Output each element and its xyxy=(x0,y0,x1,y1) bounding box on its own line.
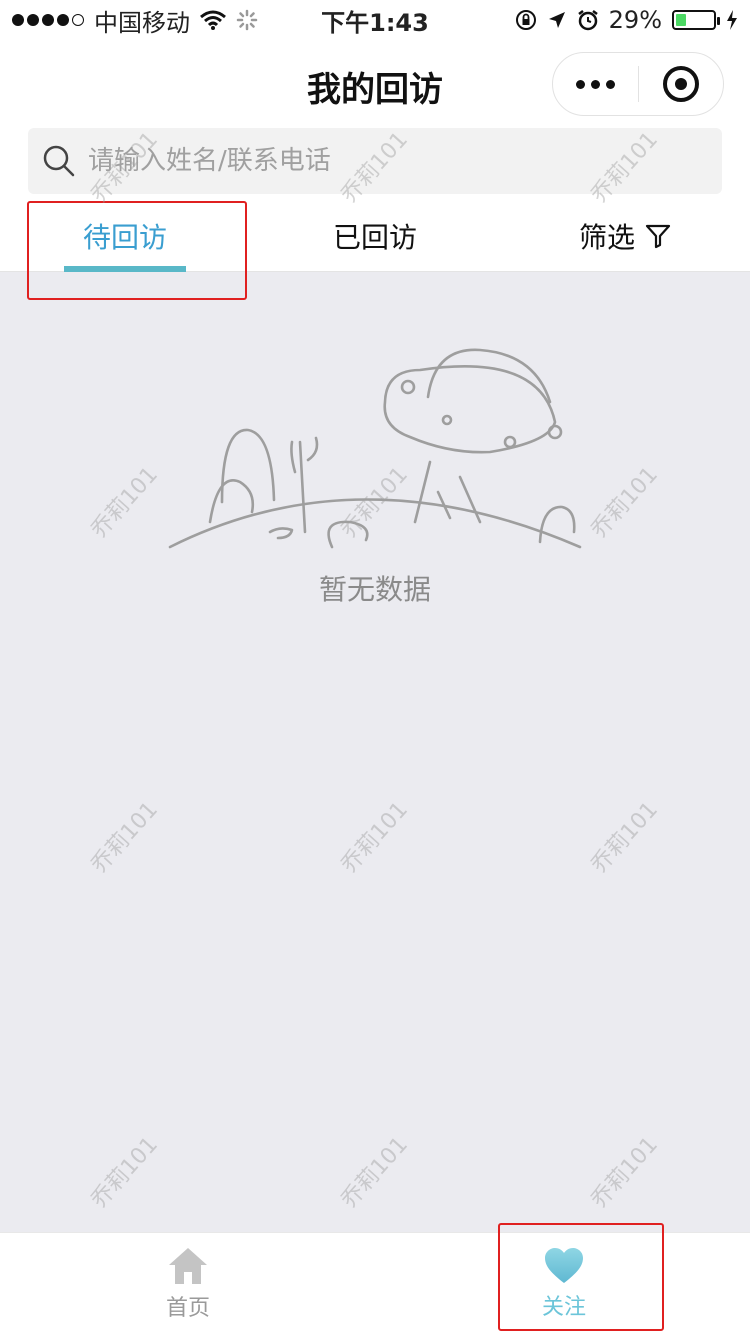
search-bar xyxy=(0,128,750,200)
target-close-icon[interactable] xyxy=(639,53,724,115)
status-left: 中国移动 xyxy=(12,3,258,38)
location-arrow-icon xyxy=(548,12,565,28)
heart-icon xyxy=(545,1248,583,1283)
empty-state-text: 暂无数据 xyxy=(318,573,431,606)
alarm-icon xyxy=(577,10,598,31)
bottom-tab-bar: 首页 关注 xyxy=(0,1232,750,1334)
search-input[interactable] xyxy=(88,146,648,176)
filter-label: 筛选 xyxy=(578,221,635,254)
home-icon xyxy=(169,1248,207,1284)
tabbar-home-label: 首页 xyxy=(165,1296,210,1321)
more-dots-icon[interactable] xyxy=(553,53,638,115)
tabbar-home[interactable]: 首页 xyxy=(108,1233,268,1334)
status-right: 29% xyxy=(515,6,738,34)
wifi-icon xyxy=(200,10,226,30)
ufo-landscape-illustration xyxy=(168,348,582,549)
filter-button[interactable]: 筛选 xyxy=(560,200,690,272)
tabbar-follow[interactable]: 关注 xyxy=(484,1233,644,1334)
battery-fill xyxy=(676,14,687,26)
carrier-label: 中国移动 xyxy=(94,8,190,37)
mini-program-capsule xyxy=(552,52,724,116)
search-box[interactable] xyxy=(28,128,722,194)
search-icon xyxy=(43,145,75,177)
charging-bolt-icon xyxy=(727,10,737,30)
status-bar: 中国移动 下午1:43 29% xyxy=(0,0,750,40)
battery-icon xyxy=(672,10,720,30)
nav-bar: 我的回访 xyxy=(0,40,750,128)
rotation-lock-icon xyxy=(515,10,536,30)
visit-tabs: 待回访 已回访 筛选 xyxy=(0,200,750,272)
tab-pending[interactable]: 待回访 xyxy=(40,200,210,272)
signal-dots xyxy=(12,14,84,26)
tab-done[interactable]: 已回访 xyxy=(290,200,460,272)
loading-icon xyxy=(236,9,258,31)
tabbar-follow-label: 关注 xyxy=(541,1295,586,1320)
content-area: 暂无数据 xyxy=(0,272,750,1232)
filter-funnel-icon xyxy=(645,224,671,249)
battery-percent: 29% xyxy=(608,6,662,34)
